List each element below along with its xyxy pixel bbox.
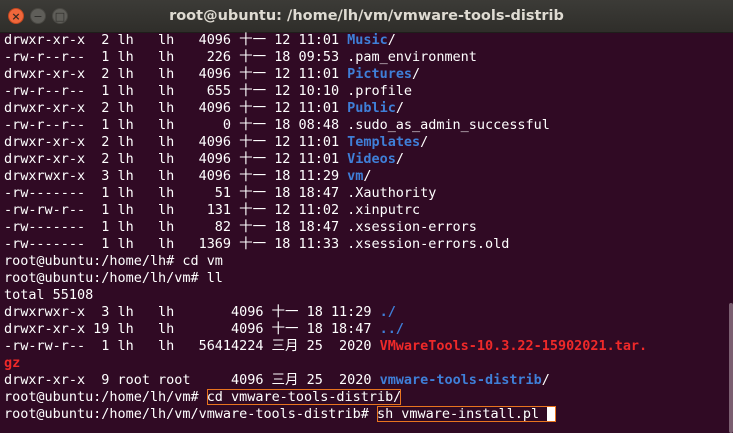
terminal-line: -rw-r--r-- 1 lh lh 226 十一 18 09:53 .pam_…	[4, 49, 733, 66]
terminal-line: -rw------- 1 lh lh 51 十一 18 18:47 .Xauth…	[4, 185, 733, 202]
terminal-text: root@ubuntu:/home/lh/vm/vmware-tools-dis…	[4, 406, 377, 422]
terminal-text: drwxr-xr-x 2 lh lh 4096 十一 12 11:01	[4, 66, 348, 82]
directory-name: Music	[347, 32, 388, 48]
terminal-line: -rw-rw-r-- 1 lh lh 131 十一 12 11:02 .xinp…	[4, 202, 733, 219]
text-cursor	[547, 406, 557, 421]
terminal-text: drwxr-xr-x 9 root root 4096 三月 25 2020	[4, 372, 380, 388]
terminal-line: -rw------- 1 lh lh 82 十一 18 18:47 .xsess…	[4, 219, 733, 236]
terminal-text: drwxr-xr-x 2 lh lh 4096 十一 12 11:01	[4, 32, 348, 48]
terminal-text: /	[387, 32, 396, 48]
terminal-text: drwxr-xr-x 19 lh lh 4096 十一 18 18:47	[4, 321, 380, 337]
directory-name: Templates	[347, 134, 421, 150]
terminal-text: /	[541, 372, 550, 388]
terminal-line: drwxr-xr-x 19 lh lh 4096 十一 18 18:47 ../	[4, 321, 733, 338]
terminal-text: -rw------- 1 lh lh 1369 十一 18 11:33 .xse…	[4, 236, 510, 252]
terminal-line: drwxr-xr-x 2 lh lh 4096 十一 12 11:01 Pict…	[4, 66, 733, 83]
terminal-text: total 55108	[4, 287, 94, 303]
terminal-text: /	[420, 134, 429, 150]
terminal-line: -rw-r--r-- 1 lh lh 655 十一 12 10:10 .prof…	[4, 83, 733, 100]
terminal-text: -rw-r--r-- 1 lh lh 0 十一 18 08:48 .sudo_a…	[4, 117, 550, 133]
scrollbar-thumb[interactable]	[729, 303, 733, 433]
terminal-text: drwxr-xr-x 2 lh lh 4096 十一 12 11:01	[4, 151, 348, 167]
terminal-text: root@ubuntu:/home/lh/vm# ll	[4, 270, 223, 286]
terminal-line: drwxr-xr-x 2 lh lh 4096 十一 12 11:01 Temp…	[4, 134, 733, 151]
terminal-text: -rw-rw-r-- 1 lh lh 56414224 三月 25 2020	[4, 338, 380, 354]
directory-name: vmware-tools-distrib	[379, 372, 542, 388]
terminal-line: root@ubuntu:/home/lh# cd vm	[4, 253, 733, 270]
directory-name: Public	[347, 100, 396, 116]
directory-name: ../	[379, 321, 404, 337]
terminal-text: -rw------- 1 lh lh 82 十一 18 18:47 .xsess…	[4, 219, 477, 235]
terminal-text: -rw-r--r-- 1 lh lh 655 十一 12 10:10 .prof…	[4, 83, 413, 99]
terminal-line: drwxr-xr-x 2 lh lh 4096 十一 12 11:01 Vide…	[4, 151, 733, 168]
terminal-line: gz	[4, 355, 733, 372]
directory-name: vm	[347, 168, 364, 184]
close-icon[interactable]: ×	[8, 8, 24, 24]
terminal-line: root@ubuntu:/home/lh/vm# ll	[4, 270, 733, 287]
terminal-window: × − □ root@ubuntu: /home/lh/vm/vmware-to…	[0, 0, 733, 433]
terminal-text: -rw-r--r-- 1 lh lh 226 十一 18 09:53 .pam_…	[4, 49, 477, 65]
terminal-text: -rw-rw-r-- 1 lh lh 131 十一 12 11:02 .xinp…	[4, 202, 421, 218]
terminal-line: drwxr-xr-x 2 lh lh 4096 十一 12 11:01 Musi…	[4, 32, 733, 49]
terminal-line: drwxrwxr-x 3 lh lh 4096 十一 18 11:29 ./	[4, 304, 733, 321]
terminal-line: -rw------- 1 lh lh 1369 十一 18 11:33 .xse…	[4, 236, 733, 253]
terminal-text: drwxr-xr-x 2 lh lh 4096 十一 12 11:01	[4, 134, 348, 150]
minimize-icon[interactable]: −	[30, 8, 46, 24]
terminal-line: -rw-rw-r-- 1 lh lh 56414224 三月 25 2020 V…	[4, 338, 733, 355]
terminal-line: root@ubuntu:/home/lh/vm# cd vmware-tools…	[4, 389, 733, 406]
terminal-text: -rw------- 1 lh lh 51 十一 18 18:47 .Xauth…	[4, 185, 437, 201]
terminal-line: root@ubuntu:/home/lh/vm/vmware-tools-dis…	[4, 406, 733, 423]
archive-file-name: gz	[4, 355, 21, 371]
terminal-output[interactable]: drwxr-xr-x 2 lh lh 4096 十一 12 11:01 Musi…	[0, 32, 733, 433]
terminal-text: drwxr-xr-x 2 lh lh 4096 十一 12 11:01	[4, 100, 348, 116]
window-title: root@ubuntu: /home/lh/vm/vmware-tools-di…	[169, 8, 564, 24]
terminal-text: /	[395, 100, 404, 116]
terminal-text: /	[395, 151, 404, 167]
directory-name: Videos	[347, 151, 396, 167]
terminal-line: total 55108	[4, 287, 733, 304]
title-bar[interactable]: × − □ root@ubuntu: /home/lh/vm/vmware-to…	[0, 0, 733, 33]
scrollbar[interactable]	[729, 32, 733, 433]
highlighted-command: cd vmware-tools-distrib/	[206, 389, 402, 405]
archive-file-name: VMwareTools-10.3.22-15902021.tar.	[379, 338, 648, 354]
directory-name: Pictures	[347, 66, 413, 82]
directory-name: ./	[379, 304, 396, 320]
terminal-line: drwxr-xr-x 9 root root 4096 三月 25 2020 v…	[4, 372, 733, 389]
terminal-text: /	[412, 66, 421, 82]
highlighted-command: sh vmware-install.pl	[376, 406, 557, 422]
terminal-text: drwxrwxr-x 3 lh lh 4096 十一 18 11:29	[4, 304, 380, 320]
terminal-line: drwxr-xr-x 2 lh lh 4096 十一 12 11:01 Publ…	[4, 100, 733, 117]
terminal-line: drwxrwxr-x 3 lh lh 4096 十一 18 11:29 vm/	[4, 168, 733, 185]
maximize-icon[interactable]: □	[52, 8, 68, 24]
terminal-text: /	[363, 168, 372, 184]
terminal-line: -rw-r--r-- 1 lh lh 0 十一 18 08:48 .sudo_a…	[4, 117, 733, 134]
terminal-text: root@ubuntu:/home/lh# cd vm	[4, 253, 223, 269]
terminal-text: drwxrwxr-x 3 lh lh 4096 十一 18 11:29	[4, 168, 348, 184]
terminal-text: root@ubuntu:/home/lh/vm#	[4, 389, 207, 405]
